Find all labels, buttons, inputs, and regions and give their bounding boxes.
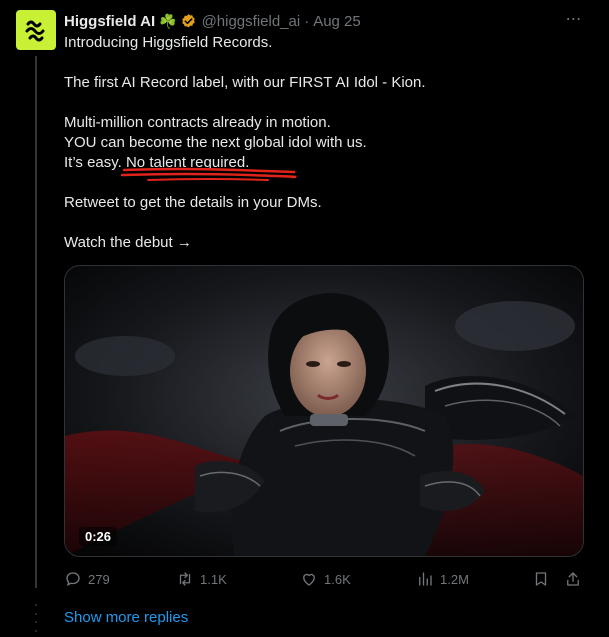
separator: · — [304, 12, 310, 30]
tweet[interactable]: Higgsfield AI ☘️ @higgsfield_ai · Aug 25… — [0, 0, 609, 637]
bookmark-button[interactable] — [532, 568, 550, 590]
action-bar: 279 1.1K 1.6K 1.2M — [64, 568, 584, 590]
retweet-icon — [179, 572, 191, 586]
views-chart-icon — [419, 572, 432, 586]
tweet-text-line: Multi-million contracts already in motio… — [64, 114, 331, 131]
tweet-text-line[interactable]: Watch the debut → — [64, 233, 192, 253]
verified-badge-icon — [180, 13, 197, 30]
video-player[interactable]: 0:26 — [64, 265, 584, 557]
red-underline-scribble — [120, 167, 297, 181]
views-count: 1.2M — [440, 571, 469, 587]
video-duration: 0:26 — [79, 527, 118, 546]
author-name[interactable]: Higgsfield AI — [64, 13, 155, 30]
share-button[interactable] — [564, 568, 582, 590]
reply-button[interactable]: 279 — [64, 568, 110, 590]
tweet-text-line: Retweet to get the details in your DMs. — [64, 194, 322, 211]
like-button[interactable]: 1.6K — [300, 568, 351, 590]
clover-emoji: ☘️ — [159, 13, 177, 29]
video-thumbnail — [65, 266, 583, 556]
tweet-text-line: The first AI Record label, with our FIRS… — [64, 74, 426, 91]
show-more-replies-link[interactable]: Show more replies — [64, 609, 188, 626]
reply-icon — [66, 572, 80, 586]
retweet-button[interactable]: 1.1K — [176, 568, 227, 590]
thread-line — [35, 56, 37, 588]
retweet-count: 1.1K — [200, 571, 227, 587]
reply-count: 279 — [88, 571, 110, 587]
share-icon — [567, 572, 579, 586]
bookmark-icon — [535, 572, 547, 586]
heart-icon — [303, 573, 315, 586]
more-options-icon[interactable]: ⋯ — [565, 10, 583, 28]
avatar[interactable] — [16, 10, 56, 50]
tweet-date[interactable]: Aug 25 — [313, 13, 361, 30]
views-button[interactable]: 1.2M — [416, 568, 469, 590]
tweet-text-line: Introducing Higgsfield Records. — [64, 34, 273, 51]
thread-dots — [34, 604, 38, 632]
tweet-text-line: YOU can become the next global idol with… — [64, 134, 367, 151]
higgsfield-logo-icon — [25, 20, 45, 42]
author-handle[interactable]: @higgsfield_ai — [202, 13, 301, 30]
like-count: 1.6K — [324, 571, 351, 587]
tweet-header: Higgsfield AI ☘️ @higgsfield_ai · Aug 25 — [64, 11, 361, 31]
